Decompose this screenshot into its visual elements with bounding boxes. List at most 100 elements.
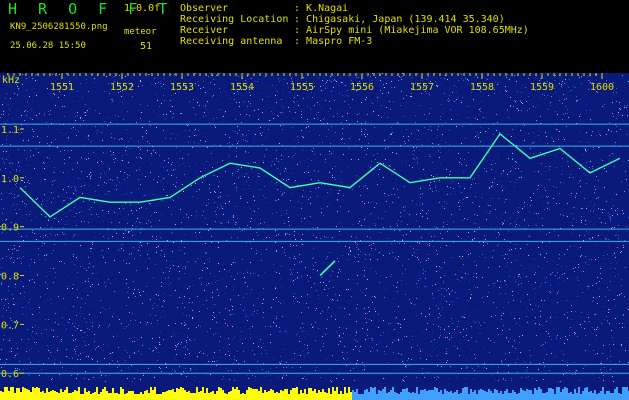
noise-pixel (189, 121, 190, 122)
noise-pixel (420, 188, 421, 189)
noise-pixel (74, 349, 75, 350)
noise-pixel (242, 134, 243, 135)
noise-pixel (84, 112, 85, 113)
noise-pixel (81, 98, 82, 99)
noise-pixel (401, 221, 402, 222)
noise-pixel (564, 83, 565, 84)
noise-pixel (527, 322, 528, 323)
noise-pixel (516, 218, 517, 219)
noise-pixel (617, 247, 618, 248)
noise-pixel (180, 209, 181, 210)
noise-pixel (159, 235, 160, 236)
noise-pixel (584, 328, 585, 329)
noise-pixel (235, 222, 236, 223)
noise-pixel (325, 100, 326, 101)
noise-pixel (228, 220, 229, 221)
noise-pixel (324, 236, 325, 237)
noise-pixel (468, 152, 469, 153)
noise-pixel (294, 235, 295, 236)
noise-pixel (214, 276, 215, 277)
noise-pixel (302, 136, 303, 137)
noise-pixel (545, 342, 546, 343)
noise-pixel (475, 136, 476, 137)
noise-pixel (29, 267, 30, 268)
noise-pixel (161, 371, 162, 372)
noise-pixel (355, 346, 356, 347)
noise-pixel (370, 76, 371, 77)
noise-pixel (3, 308, 4, 309)
noise-pixel (429, 94, 430, 95)
noise-pixel (404, 186, 405, 187)
noise-pixel (556, 156, 557, 157)
noise-pixel (66, 349, 67, 350)
noise-pixel (77, 277, 78, 278)
noise-pixel (464, 218, 465, 219)
noise-pixel (438, 377, 439, 378)
noise-pixel (192, 318, 193, 319)
noise-pixel (240, 114, 241, 115)
noise-pixel (443, 226, 444, 227)
noise-pixel (221, 290, 222, 291)
noise-pixel (162, 186, 163, 187)
noise-pixel (54, 244, 55, 245)
noise-pixel (419, 226, 420, 227)
noise-pixel (36, 333, 37, 334)
noise-pixel (467, 106, 468, 107)
noise-pixel (557, 278, 558, 279)
noise-pixel (48, 358, 49, 359)
noise-pixel (383, 163, 384, 164)
noise-pixel (462, 97, 463, 98)
noise-pixel (417, 163, 418, 164)
noise-pixel (606, 201, 607, 202)
noise-pixel (183, 217, 184, 218)
noise-pixel (400, 105, 401, 106)
noise-pixel (41, 204, 42, 205)
noise-pixel (616, 92, 617, 93)
noise-pixel (509, 218, 510, 219)
spectrogram-svg: kHz1551 1552 1553 1554 1555 1556 1557 1558 1559 1… (0, 73, 629, 400)
noise-pixel (397, 225, 398, 226)
noise-pixel (120, 211, 121, 212)
noise-pixel (310, 203, 311, 204)
noise-pixel (170, 138, 171, 139)
noise-pixel (365, 259, 366, 260)
noise-pixel (312, 253, 313, 254)
noise-pixel (463, 172, 464, 173)
noise-pixel (592, 238, 593, 239)
noise-pixel (406, 234, 407, 235)
noise-pixel (138, 110, 139, 111)
noise-pixel (90, 172, 91, 173)
noise-pixel (585, 165, 586, 166)
noise-pixel (125, 76, 126, 77)
noise-pixel (140, 278, 141, 279)
noise-pixel (47, 345, 48, 346)
noise-pixel (176, 200, 177, 201)
noise-pixel (473, 164, 474, 165)
noise-pixel (14, 248, 15, 249)
noise-pixel (601, 278, 602, 279)
noise-pixel (461, 258, 462, 259)
noise-pixel (561, 351, 562, 352)
noise-pixel (150, 314, 151, 315)
noise-pixel (559, 258, 560, 259)
noise-pixel (566, 98, 567, 99)
noise-pixel (169, 166, 170, 167)
noise-pixel (366, 267, 367, 268)
noise-pixel (13, 298, 14, 299)
noise-pixel (195, 114, 196, 115)
noise-pixel (567, 216, 568, 217)
noise-pixel (549, 232, 550, 233)
noise-pixel (103, 152, 104, 153)
noise-pixel (127, 352, 128, 353)
noise-pixel (512, 159, 513, 160)
noise-pixel (622, 75, 623, 76)
noise-pixel (375, 249, 376, 250)
noise-pixel (77, 163, 78, 164)
noise-pixel (403, 144, 404, 145)
noise-pixel (59, 261, 60, 262)
noise-pixel (139, 208, 140, 209)
noise-pixel (248, 206, 249, 207)
noise-pixel (260, 219, 261, 220)
noise-pixel (301, 218, 302, 219)
noise-pixel (283, 303, 284, 304)
